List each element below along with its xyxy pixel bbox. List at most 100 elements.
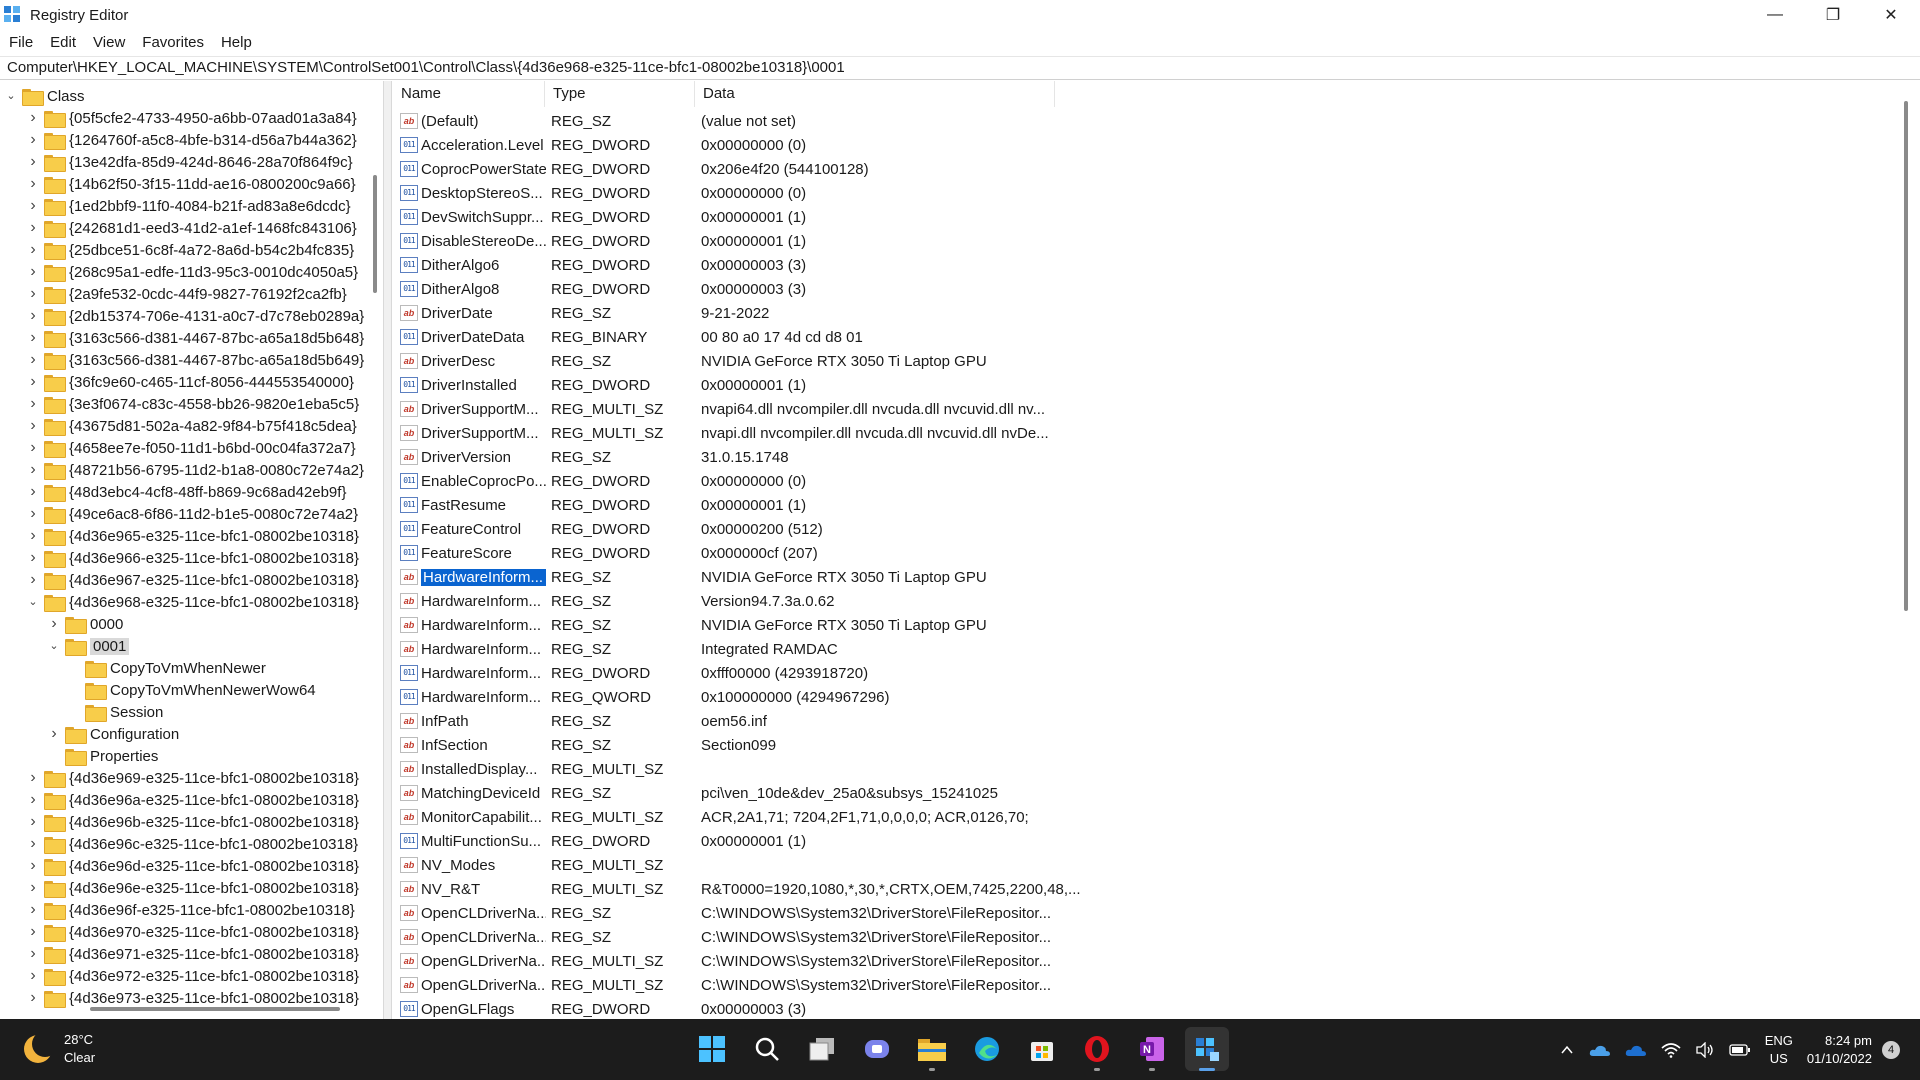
- onedrive-icon[interactable]: [1589, 1043, 1611, 1057]
- close-button[interactable]: ✕: [1862, 0, 1920, 30]
- wifi-icon[interactable]: [1661, 1042, 1681, 1058]
- value-row[interactable]: ab HardwareInform... REG_SZ Version94.7.3a.…: [393, 589, 834, 613]
- tree-node[interactable]: › {2a9fe532-0cdc-44f9-9827-76192f2ca2fb}: [26, 283, 347, 305]
- chevron-right-icon[interactable]: ›: [26, 923, 40, 941]
- value-row[interactable]: ab NV_R&T REG_MULTI_SZ R&T0000=1920,1080,*,…: [393, 877, 1081, 901]
- search-button[interactable]: [745, 1027, 789, 1071]
- value-row[interactable]: 011 HardwareInform... REG_QWORD 0x100000000…: [393, 685, 890, 709]
- chevron-right-icon[interactable]: ›: [26, 241, 40, 259]
- file-explorer-button[interactable]: [910, 1027, 954, 1071]
- chevron-right-icon[interactable]: ›: [26, 549, 40, 567]
- chevron-right-icon[interactable]: ›: [26, 175, 40, 193]
- language-indicator[interactable]: ENG US: [1765, 1032, 1793, 1068]
- restore-button[interactable]: ❐: [1804, 0, 1862, 30]
- value-row[interactable]: 011 FeatureControl REG_DWORD 0x00000200 (51…: [393, 517, 823, 541]
- column-data-header[interactable]: Data: [695, 81, 1055, 107]
- address-bar[interactable]: Computer\HKEY_LOCAL_MACHINE\SYSTEM\Contr…: [0, 56, 1920, 80]
- menu-view[interactable]: View: [93, 34, 125, 51]
- value-row[interactable]: ab (Default) REG_SZ (value not set): [393, 109, 796, 133]
- value-row[interactable]: 011 DitherAlgo6 REG_DWORD 0x00000003 (3): [393, 253, 806, 277]
- chevron-right-icon[interactable]: ›: [26, 483, 40, 501]
- weather-widget[interactable]: 28°C Clear: [24, 1031, 95, 1067]
- chevron-right-icon[interactable]: ›: [26, 285, 40, 303]
- battery-icon[interactable]: [1729, 1043, 1751, 1057]
- tree-node[interactable]: › {4d36e966-e325-11ce-bfc1-08002be10318}: [26, 547, 359, 569]
- value-row[interactable]: 011 Acceleration.Level REG_DWORD 0x00000000…: [393, 133, 806, 157]
- menu-file[interactable]: File: [9, 34, 33, 51]
- value-row[interactable]: ab OpenGLDriverNa... REG_MULTI_SZ C:\WINDOW…: [393, 949, 1051, 973]
- value-row[interactable]: ab HardwareInform... REG_SZ Integrated RAMD…: [393, 637, 838, 661]
- menu-favorites[interactable]: Favorites: [142, 34, 204, 51]
- menu-help[interactable]: Help: [221, 34, 252, 51]
- value-row[interactable]: ab DriverDate REG_SZ 9-21-2022: [393, 301, 769, 325]
- tree-node[interactable]: › {48721b56-6795-11d2-b1a8-0080c72e74a2}: [26, 459, 364, 481]
- tree-node[interactable]: › {4d36e970-e325-11ce-bfc1-08002be10318}: [26, 921, 359, 943]
- tree-node[interactable]: › 0000: [47, 613, 123, 635]
- tree-node[interactable]: › Configuration: [47, 723, 179, 745]
- tree-node[interactable]: › {1ed2bbf9-11f0-4084-b21f-ad83a8e6dcdc}: [26, 195, 351, 217]
- value-row[interactable]: ab DriverSupportM... REG_MULTI_SZ nvapi.dll…: [393, 421, 1049, 445]
- chevron-down-icon[interactable]: ⌄: [4, 91, 18, 102]
- tree-node[interactable]: ⌄ 0001: [47, 635, 130, 657]
- tree-vertical-scrollbar[interactable]: [372, 81, 378, 1001]
- chevron-right-icon[interactable]: ›: [26, 439, 40, 457]
- value-row[interactable]: ab MonitorCapabilit... REG_MULTI_SZ ACR,2A1…: [393, 805, 1029, 829]
- task-view-button[interactable]: [800, 1027, 844, 1071]
- tree-node[interactable]: ⌄ Class: [4, 85, 85, 107]
- value-row[interactable]: 011 OpenGLFlags REG_DWORD 0x00000003 (3): [393, 997, 806, 1019]
- volume-icon[interactable]: [1695, 1041, 1715, 1058]
- tree-node[interactable]: › {4d36e96a-e325-11ce-bfc1-08002be10318}: [26, 789, 359, 811]
- value-row[interactable]: ab DriverVersion REG_SZ 31.0.15.1748: [393, 445, 789, 469]
- value-row[interactable]: 011 DesktopStereoS... REG_DWORD 0x00000000 …: [393, 181, 806, 205]
- chevron-right-icon[interactable]: ›: [26, 835, 40, 853]
- opera-button[interactable]: [1075, 1027, 1119, 1071]
- tree-node[interactable]: ⌄ {4d36e968-e325-11ce-bfc1-08002be10318}: [26, 591, 359, 613]
- chevron-right-icon[interactable]: ›: [26, 417, 40, 435]
- tree-node[interactable]: › {13e42dfa-85d9-424d-8646-28a70f864f9c}: [26, 151, 353, 173]
- tree-node[interactable]: › {36fc9e60-c465-11cf-8056-444553540000}: [26, 371, 354, 393]
- tree-node[interactable]: › {3163c566-d381-4467-87bc-a65a18d5b648}: [26, 327, 364, 349]
- chevron-right-icon[interactable]: ›: [26, 329, 40, 347]
- chevron-right-icon[interactable]: ›: [26, 571, 40, 589]
- tree-node[interactable]: › {05f5cfe2-4733-4950-a6bb-07aad01a3a84}: [26, 107, 357, 129]
- tree-node[interactable]: › {3163c566-d381-4467-87bc-a65a18d5b649}: [26, 349, 364, 371]
- start-button[interactable]: [690, 1027, 734, 1071]
- onedrive-personal-icon[interactable]: [1625, 1043, 1647, 1057]
- tree-node[interactable]: › {4658ee7e-f050-11d1-b6bd-00c04fa372a7}: [26, 437, 356, 459]
- value-row[interactable]: ab OpenGLDriverNa... REG_MULTI_SZ C:\WINDOW…: [393, 973, 1051, 997]
- tree-node[interactable]: › {4d36e96f-e325-11ce-bfc1-08002be10318}: [26, 899, 355, 921]
- tree-node[interactable]: › {48d3ebc4-4cf8-48ff-b869-9c68ad42eb9f}: [26, 481, 346, 503]
- value-row[interactable]: ab DriverDesc REG_SZ NVIDIA GeForce RTX 305…: [393, 349, 987, 373]
- chevron-right-icon[interactable]: ›: [26, 153, 40, 171]
- value-row[interactable]: 011 DriverDateData REG_BINARY 00 80 a0 17 4…: [393, 325, 863, 349]
- chat-button[interactable]: [855, 1027, 899, 1071]
- chevron-right-icon[interactable]: ›: [26, 461, 40, 479]
- chevron-right-icon[interactable]: ›: [26, 109, 40, 127]
- tree-node[interactable]: › {268c95a1-edfe-11d3-95c3-0010dc4050a5}: [26, 261, 358, 283]
- tree-node[interactable]: › {43675d81-502a-4a82-9f84-b75f418c5dea}: [26, 415, 357, 437]
- store-button[interactable]: [1020, 1027, 1064, 1071]
- tree-node[interactable]: › {4d36e96d-e325-11ce-bfc1-08002be10318}: [26, 855, 359, 877]
- value-row[interactable]: 011 HardwareInform... REG_DWORD 0xfff00000 …: [393, 661, 868, 685]
- tree-node[interactable]: › {4d36e971-e325-11ce-bfc1-08002be10318}: [26, 943, 359, 965]
- notification-badge[interactable]: 4: [1882, 1040, 1900, 1059]
- column-type-header[interactable]: Type: [545, 81, 695, 107]
- tree-node[interactable]: › {25dbce51-6c8f-4a72-8a6d-b54c2b4fc835}: [26, 239, 354, 261]
- chevron-down-icon[interactable]: ⌄: [26, 597, 40, 608]
- tree-node[interactable]: Session: [67, 701, 163, 723]
- value-row[interactable]: ab InfSection REG_SZ Section099: [393, 733, 776, 757]
- value-row[interactable]: ab NV_Modes REG_MULTI_SZ: [393, 853, 663, 877]
- chevron-right-icon[interactable]: ›: [26, 131, 40, 149]
- chevron-right-icon[interactable]: ›: [26, 219, 40, 237]
- chevron-right-icon[interactable]: ›: [26, 989, 40, 1007]
- menu-edit[interactable]: Edit: [50, 34, 76, 51]
- value-row[interactable]: ab InstalledDisplay... REG_MULTI_SZ: [393, 757, 663, 781]
- tree-node[interactable]: CopyToVmWhenNewer: [67, 657, 266, 679]
- value-row[interactable]: ab MatchingDeviceId REG_SZ pci\ven_10de&dev…: [393, 781, 998, 805]
- value-row[interactable]: ab OpenCLDriverNa... REG_SZ C:\WINDOWS\Syst…: [393, 901, 1051, 925]
- tree-node[interactable]: › {1264760f-a5c8-4bfe-b314-d56a7b44a362}: [26, 129, 357, 151]
- value-row[interactable]: 011 EnableCoprocPo... REG_DWORD 0x00000000 …: [393, 469, 806, 493]
- chevron-right-icon[interactable]: ›: [47, 615, 61, 633]
- tree-node[interactable]: › {4d36e972-e325-11ce-bfc1-08002be10318}: [26, 965, 359, 987]
- value-row[interactable]: 011 CoprocPowerState REG_DWORD 0x206e4f20 (…: [393, 157, 869, 181]
